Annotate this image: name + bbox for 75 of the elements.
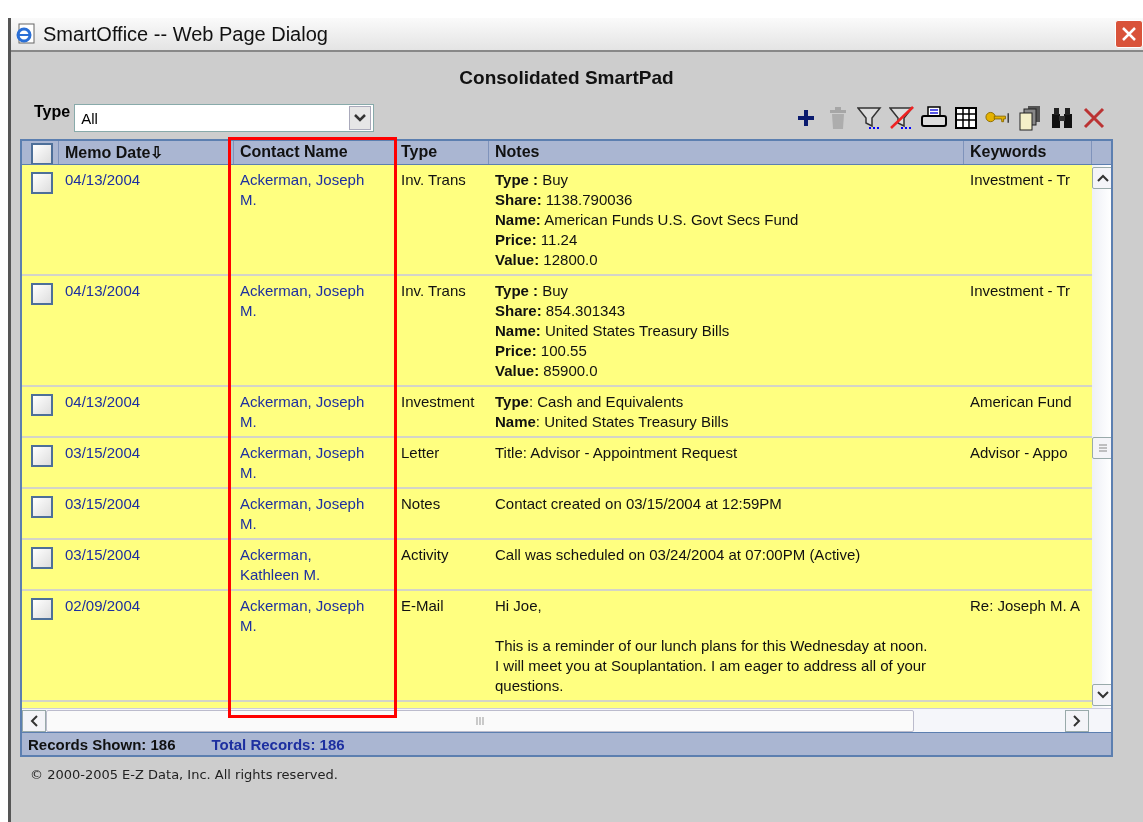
row-checkbox[interactable] xyxy=(31,496,53,518)
toolbar-button[interactable] xyxy=(1017,105,1043,131)
copyright-text: © 2000-2005 E-Z Data, Inc. All rights reserved. xyxy=(30,767,339,782)
row-checkbox[interactable] xyxy=(31,598,53,620)
column-header[interactable]: Contact Name xyxy=(234,141,395,164)
binoculars-icon xyxy=(1050,106,1074,130)
contact-link[interactable]: Ackerman, Joseph M. xyxy=(234,165,395,274)
grid-icon xyxy=(954,106,978,130)
window-title: SmartOffice -- Web Page Dialog xyxy=(43,22,329,46)
type-select[interactable]: All xyxy=(74,104,375,132)
column-header[interactable]: Type xyxy=(395,141,489,164)
row-checkbox[interactable] xyxy=(31,394,53,416)
notes-cell-text: Type : Buy Share: 854.301343 Name: United States Treasury Bills Price: 100.55 Value: 85900.0 xyxy=(494,281,731,381)
browser-icon xyxy=(15,23,37,45)
caret-icon xyxy=(349,106,372,130)
type-cell-text: Inv. Trans xyxy=(400,281,467,301)
printer-icon xyxy=(921,106,947,130)
funnel-crossed-icon xyxy=(889,106,915,130)
date-link[interactable]: 03/15/2004 xyxy=(59,438,234,487)
date-link[interactable]: 03/15/2004 xyxy=(59,489,234,538)
close-icon xyxy=(1121,26,1137,42)
column-header[interactable]: Notes xyxy=(489,141,964,164)
close-button[interactable] xyxy=(1115,20,1143,48)
keywords-cell-text: Advisor - Appo xyxy=(969,443,1069,463)
notes-cell-text: Type : Buy Share: 1138.790036 Name: American Funds U.S. Govt Secs Fund Price: 11.24 Value: 12800.0 xyxy=(494,170,800,270)
select-all-checkbox[interactable] xyxy=(31,143,53,164)
toolbar-button[interactable] xyxy=(1049,105,1075,131)
row-checkbox[interactable] xyxy=(31,445,53,467)
date-link[interactable]: 03/15/2004 xyxy=(59,540,234,589)
type-cell-text: Activity xyxy=(400,545,450,565)
toolbar-button[interactable] xyxy=(889,105,915,131)
funnel-icon xyxy=(857,106,883,130)
vertical-scrollbar[interactable] xyxy=(1092,165,1111,708)
type-cell-text: Investment xyxy=(400,392,476,412)
close-icon xyxy=(1082,106,1106,130)
notes-cell-text: Title: Advisor - Appointment Request xyxy=(494,443,739,463)
notes-cell-text: Call was scheduled on 03/24/2004 at 07:00PM (Active) xyxy=(494,545,862,565)
row-checkbox[interactable] xyxy=(31,547,53,569)
trash-icon xyxy=(829,107,847,129)
type-cell-text: Letter xyxy=(400,443,441,463)
grip-icon xyxy=(475,715,485,726)
notes-cell-text: Type: Cash and Equivalents Name: United States Treasury Bills xyxy=(494,392,730,432)
contact-link[interactable]: Ackerman, Joseph M. xyxy=(234,489,395,538)
page-heading: Consolidated SmartPad xyxy=(458,67,675,89)
column-header[interactable]: Keywords xyxy=(964,141,1092,164)
column-header[interactable]: Memo Date⇩ xyxy=(59,141,234,164)
type-cell-text: E-Mail xyxy=(400,596,445,616)
date-link[interactable]: 04/13/2004 xyxy=(59,387,234,436)
contact-link[interactable]: Ackerman, Joseph M. xyxy=(234,438,395,487)
toolbar-button[interactable] xyxy=(953,105,979,131)
keywords-cell-text: Investment - Tr xyxy=(969,281,1072,301)
date-link[interactable]: 04/13/2004 xyxy=(59,165,234,274)
row-checkbox[interactable] xyxy=(31,283,53,305)
horizontal-scrollbar[interactable] xyxy=(22,708,1111,732)
documents-icon xyxy=(1018,105,1042,131)
row-checkbox[interactable] xyxy=(31,172,53,194)
contact-link[interactable]: Ackerman, Joseph M. xyxy=(234,276,395,385)
contact-link[interactable]: Ackerman, Joseph M. xyxy=(234,591,395,700)
keywords-cell-text: American Fund xyxy=(969,392,1073,412)
contact-link[interactable]: Ackerman, Kathleen M. xyxy=(234,540,395,589)
grip-icon xyxy=(1097,443,1109,453)
type-cell-text: Notes xyxy=(400,494,442,514)
plus-icon xyxy=(796,108,816,128)
total-records: Total Records: 186 xyxy=(211,735,345,753)
date-link[interactable]: 04/13/2004 xyxy=(59,276,234,385)
notes-cell-text: Contact created on 03/15/2004 at 12:59PM xyxy=(494,494,783,514)
keywords-cell-text: Investment - Tr xyxy=(969,170,1072,190)
date-link[interactable]: 02/09/2004 xyxy=(59,591,234,700)
keywords-cell-text: Re: Joseph M. A xyxy=(969,596,1082,616)
contact-link[interactable]: Ackerman, Joseph M. xyxy=(234,387,395,436)
type-cell-text: Inv. Trans xyxy=(400,170,467,190)
records-shown: Records Shown: 186 xyxy=(28,735,176,753)
notes-cell-text: Hi Joe, This is a reminder of our lunch plans for this Wednesday at noon. I will meet you at Souplantation. I am eager to address all of your questions. xyxy=(494,596,929,696)
type-label: Type xyxy=(34,103,71,121)
toolbar-button[interactable] xyxy=(857,105,883,131)
